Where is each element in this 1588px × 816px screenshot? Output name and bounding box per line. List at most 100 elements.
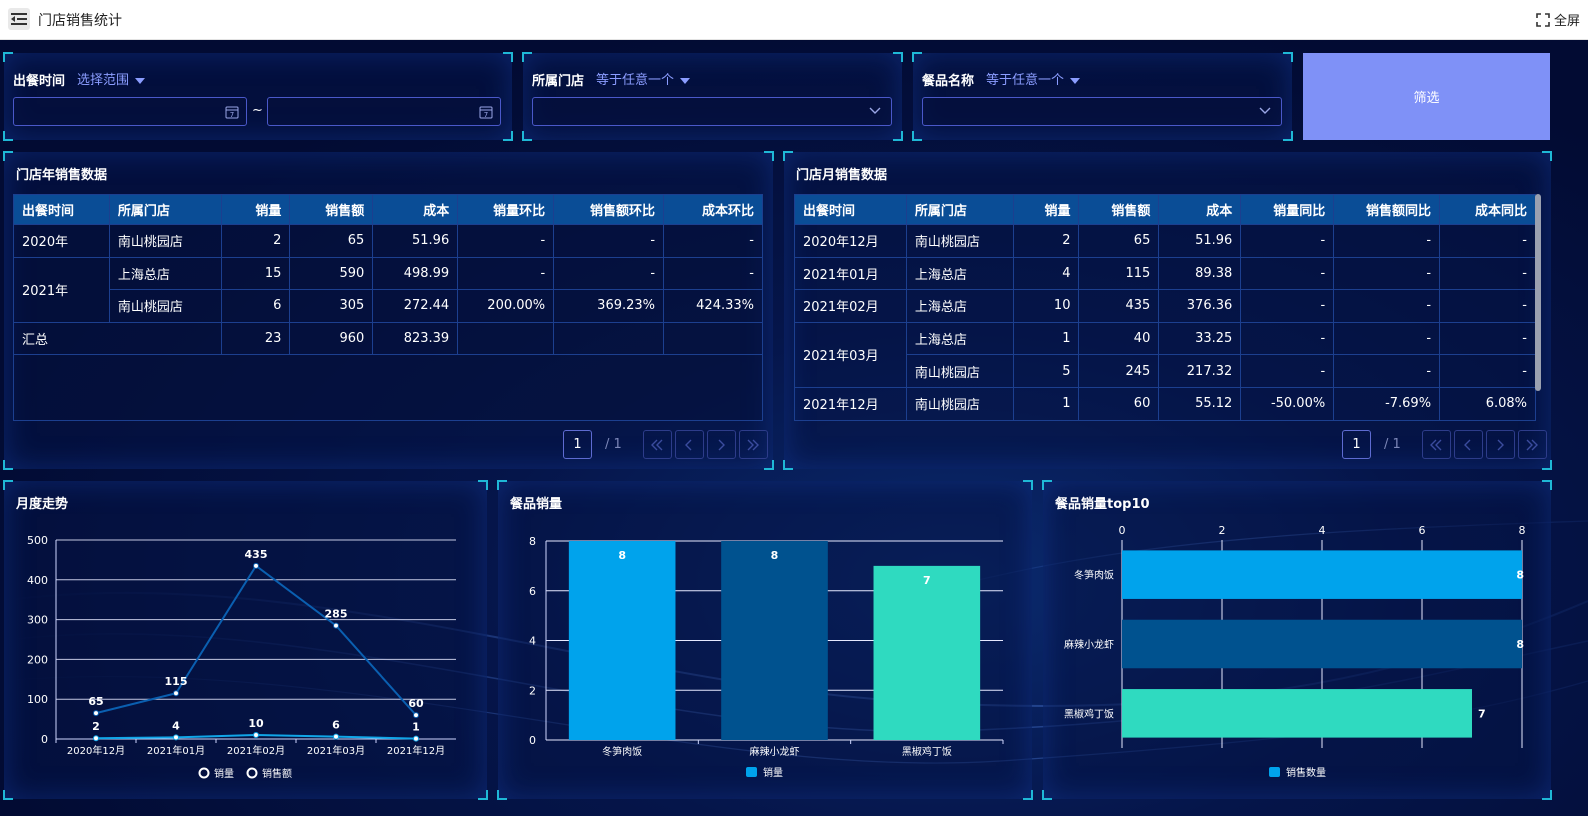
col-header[interactable]: 销量 xyxy=(1012,194,1080,225)
total-amount: 960 xyxy=(289,321,374,356)
col-header[interactable]: 销售额同比 xyxy=(1333,194,1441,225)
cell: - xyxy=(663,256,763,291)
col-header[interactable]: 销售额环比 xyxy=(553,194,665,225)
top-bar: 门店销售统计 全屏 xyxy=(0,0,1588,40)
last-page-button[interactable] xyxy=(1517,430,1547,459)
page-total: / 1 xyxy=(605,437,622,452)
bar-value-label: 7 xyxy=(923,574,931,587)
range-separator: ~ xyxy=(252,103,263,118)
chevron-left-icon xyxy=(1464,439,1471,450)
x-tick-label: 黑椒鸡丁饭 xyxy=(902,745,952,758)
menu-toggle-button[interactable] xyxy=(8,8,30,30)
chevron-right-icon xyxy=(718,439,726,450)
chevron-right-icon xyxy=(1497,439,1505,450)
col-header[interactable]: 销售额 xyxy=(289,194,374,225)
col-header[interactable]: 成本 xyxy=(1158,194,1242,225)
cell: 60 xyxy=(1078,386,1160,421)
data-label: 115 xyxy=(165,675,188,688)
col-header[interactable]: 成本 xyxy=(372,194,459,225)
data-label: 6 xyxy=(332,719,340,732)
bar-value-label: 8 xyxy=(1516,638,1524,651)
bar-value-label: 8 xyxy=(618,549,626,562)
table-total-row: 汇总 23 960 823.39 xyxy=(13,321,763,356)
filter-submit-button[interactable]: 筛选 xyxy=(1303,53,1550,140)
table-scrollbar[interactable] xyxy=(1535,194,1541,391)
cell: 65 xyxy=(289,224,374,258)
table-row: 2021年12月 南山桃园店 1 60 55.12 -50.00% -7.69%… xyxy=(794,386,1536,421)
page-number-input[interactable]: 1 xyxy=(563,430,592,459)
y-tick-label: 8 xyxy=(529,535,536,548)
year-pagination: 1 / 1 xyxy=(563,430,768,459)
month-sales-panel: 门店月销售数据 出餐时间 所属门店 销量 销售额 成本 销量同比 销售额同比 成… xyxy=(783,151,1552,470)
cell: - xyxy=(1240,256,1335,291)
meal-sales-panel: 餐品销量 0 2 4 6 8 8 冬笋肉饭 8 麻辣小龙虾 7 黑椒鸡丁饭 销量 xyxy=(497,480,1033,800)
data-label: 10 xyxy=(248,717,264,730)
cell: 51.96 xyxy=(1158,224,1242,258)
first-page-button[interactable] xyxy=(642,430,672,459)
cell: 2020年12月 xyxy=(794,224,907,258)
cell: 590 xyxy=(289,256,374,291)
page-total: / 1 xyxy=(1384,437,1401,452)
double-chevron-left-icon xyxy=(1430,439,1442,450)
page-number-input[interactable]: 1 xyxy=(1342,430,1371,459)
cell: 200.00% xyxy=(457,289,555,323)
filter-meal-operator[interactable]: 等于任意一个 xyxy=(986,69,1081,88)
double-chevron-left-icon xyxy=(651,439,663,450)
cell: 2021年02月 xyxy=(794,289,907,323)
cell: 南山桃园店 xyxy=(108,224,222,258)
store-select[interactable] xyxy=(532,97,892,126)
meal-select[interactable] xyxy=(922,97,1282,126)
bar xyxy=(1122,619,1522,669)
legend-marker xyxy=(1269,767,1280,777)
cell: 南山桃园店 xyxy=(108,289,222,323)
prev-page-button[interactable] xyxy=(674,430,704,459)
cell: 上海总店 xyxy=(905,289,1014,323)
table-row: 南山桃园店 6 305 272.44 200.00% 369.23% 424.3… xyxy=(14,289,763,323)
col-header[interactable]: 销量同比 xyxy=(1240,194,1335,225)
col-header[interactable]: 销量 xyxy=(220,194,291,225)
next-page-button[interactable] xyxy=(1485,430,1515,459)
col-header[interactable]: 所属门店 xyxy=(108,194,222,225)
year-sales-panel: 门店年销售数据 出餐时间 所属门店 销量 销售额 成本 销量环比 销售额环比 成… xyxy=(3,151,774,470)
legend-label: 销量 xyxy=(763,766,783,779)
bar xyxy=(1122,550,1522,599)
chevron-down-icon xyxy=(869,107,881,114)
col-header[interactable]: 销售额 xyxy=(1078,194,1160,225)
double-chevron-right-icon xyxy=(747,439,760,450)
date-start-input[interactable]: 7 xyxy=(13,97,247,126)
legend-marker xyxy=(198,767,210,779)
col-header[interactable]: 成本环比 xyxy=(663,194,763,225)
y-tick-label: 0 xyxy=(41,733,48,746)
col-header[interactable]: 成本同比 xyxy=(1439,194,1536,225)
col-header[interactable]: 销量环比 xyxy=(457,194,555,225)
date-end-input[interactable]: 7 xyxy=(267,97,501,126)
first-page-button[interactable] xyxy=(1421,430,1451,459)
x-tick-label: 冬笋肉饭 xyxy=(602,745,642,758)
data-label: 65 xyxy=(88,695,103,708)
chevron-down-icon xyxy=(1259,107,1271,114)
prev-page-button[interactable] xyxy=(1453,430,1483,459)
data-label: 435 xyxy=(245,548,268,561)
y-tick-label: 6 xyxy=(529,585,536,598)
cell: -50.00% xyxy=(1240,386,1335,421)
next-page-button[interactable] xyxy=(706,430,736,459)
data-label: 1 xyxy=(412,721,420,734)
cell: - xyxy=(1240,354,1335,388)
data-point xyxy=(93,735,99,742)
legend-label: 销量 xyxy=(214,767,234,780)
cell: 2021年 xyxy=(13,256,110,323)
caret-down-icon xyxy=(135,77,146,84)
col-header[interactable]: 出餐时间 xyxy=(794,194,907,225)
filter-store-operator[interactable]: 等于任意一个 xyxy=(596,69,691,88)
monthly-trend-panel: 月度走势 0 100 200 300 400 500 2020年12月 2021年01月 202… xyxy=(3,480,488,800)
filter-time-operator[interactable]: 选择范围 xyxy=(77,69,146,88)
y-tick-label: 冬笋肉饭 xyxy=(1074,569,1114,582)
col-header[interactable]: 所属门店 xyxy=(905,194,1014,225)
cell: - xyxy=(457,256,555,291)
cell: - xyxy=(1439,289,1536,323)
last-page-button[interactable] xyxy=(738,430,768,459)
col-header[interactable]: 出餐时间 xyxy=(13,194,110,225)
y-tick-label: 300 xyxy=(27,614,48,627)
fullscreen-button[interactable]: 全屏 xyxy=(1536,10,1580,29)
cell: - xyxy=(553,224,665,258)
